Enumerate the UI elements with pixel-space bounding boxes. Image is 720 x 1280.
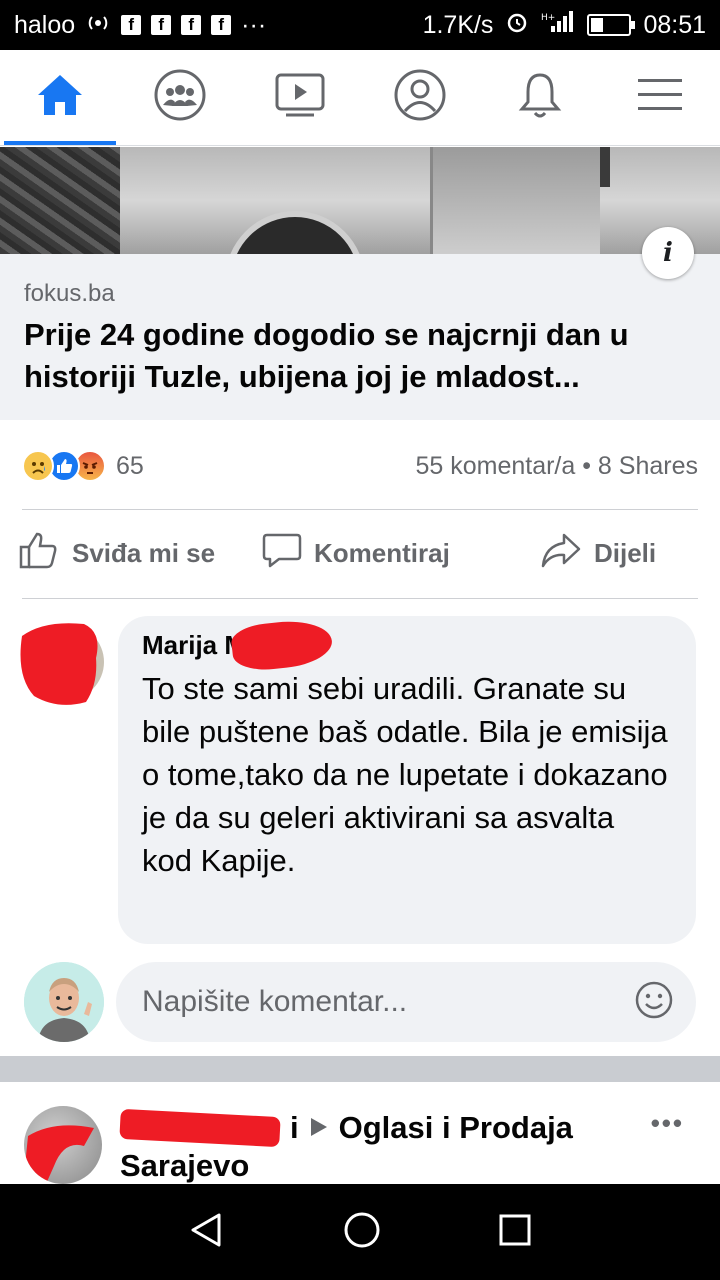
image-door (430, 147, 600, 254)
comment-text: To ste sami sebi uradili. Granate su bil… (142, 671, 668, 878)
share-label: Dijeli (594, 537, 657, 568)
comment-button[interactable]: Komentiraj (248, 530, 530, 577)
article-image[interactable] (0, 147, 720, 254)
link-domain: fokus.ba (24, 280, 115, 307)
comment-author[interactable]: Marija M (142, 616, 335, 674)
group-name-line2[interactable]: Sarajevo (120, 1148, 660, 1184)
tab-groups[interactable] (120, 50, 240, 145)
battery-icon (587, 14, 636, 36)
feed-separator (0, 1056, 720, 1082)
more-notifications: ··· (241, 10, 267, 39)
tab-watch[interactable] (240, 50, 360, 145)
caret-right-icon (309, 1110, 329, 1146)
comment-input[interactable]: Napišite komentar... (116, 962, 696, 1042)
post-actions: Sviđa mi se Komentiraj Dijeli (18, 520, 698, 586)
comment-author-name: Marija M (142, 630, 247, 660)
next-post-avatar[interactable] (24, 1106, 102, 1184)
signal-icon: H+ (541, 10, 575, 41)
alarm-icon (505, 10, 529, 41)
facebook-notification-icon: f (151, 15, 172, 35)
groups-icon (153, 68, 207, 127)
bell-icon (517, 70, 563, 125)
system-navigation (0, 1184, 720, 1280)
like-button[interactable]: Sviđa mi se (18, 530, 248, 577)
divider (22, 509, 698, 510)
carrier-label: haloo (14, 10, 76, 39)
image-ground (0, 147, 140, 254)
network-speed: 1.7K/s (422, 10, 494, 39)
tab-home[interactable] (0, 50, 120, 145)
tab-profile[interactable] (360, 50, 480, 145)
menu-icon (637, 77, 683, 118)
hotspot-icon (85, 11, 111, 40)
info-icon[interactable]: i (642, 227, 694, 279)
group-name[interactable]: Oglasi i Prodaja (339, 1110, 573, 1146)
comment-input-placeholder: Napišite komentar... (142, 985, 408, 1018)
link-preview[interactable]: fokus.ba Prije 24 godine dogodio se najc… (0, 254, 720, 420)
svg-text:H+: H+ (541, 13, 555, 23)
thumbs-up-icon (18, 530, 60, 577)
next-post-header: i Oglasi i Prodaja Sarajevo (119, 1108, 660, 1188)
image-car (120, 147, 720, 254)
profile-icon (393, 68, 447, 127)
emoji-icon[interactable] (634, 980, 674, 1025)
like-label: Sviđa mi se (72, 537, 216, 568)
tab-menu[interactable] (600, 50, 720, 145)
reaction-count[interactable]: 65 (116, 452, 144, 481)
top-navigation (0, 50, 720, 146)
back-icon[interactable] (187, 1210, 227, 1255)
home-icon (35, 72, 85, 123)
share-icon (540, 531, 582, 576)
facebook-notification-icon: f (181, 15, 202, 35)
commenter-avatar[interactable] (14, 618, 106, 708)
home-circle-icon[interactable] (342, 1210, 382, 1255)
clock: 08:51 (643, 10, 706, 39)
tab-notifications[interactable] (480, 50, 600, 145)
comment-label: Komentiraj (314, 537, 450, 568)
divider (22, 598, 698, 599)
more-options-icon[interactable]: ••• (651, 1108, 684, 1139)
comment-bubble[interactable]: Marija M To ste sami sebi uradili. Grana… (118, 616, 696, 944)
facebook-notification-icon: f (211, 15, 232, 35)
status-bar: haloo f f f f ··· 1.7K/s H+ 08:51 (0, 0, 720, 50)
redaction-mark (229, 616, 335, 674)
comments-shares-count[interactable]: 55 komentar/a • 8 Shares (415, 452, 698, 481)
sad-reaction-icon (22, 450, 54, 482)
facebook-notification-icon: f (121, 15, 142, 35)
poster-name-fragment: i (290, 1110, 299, 1145)
watch-icon (274, 72, 326, 123)
reactions-row: 65 55 komentar/a • 8 Shares (22, 446, 698, 486)
user-avatar[interactable] (24, 962, 104, 1042)
link-title: Prije 24 godine dogodio se najcrnji dan … (24, 317, 629, 394)
recents-icon[interactable] (497, 1212, 533, 1253)
comment-icon (262, 530, 302, 577)
share-button[interactable]: Dijeli (530, 531, 656, 576)
reaction-icons[interactable] (22, 450, 106, 482)
redacted-poster-name[interactable] (119, 1108, 281, 1148)
